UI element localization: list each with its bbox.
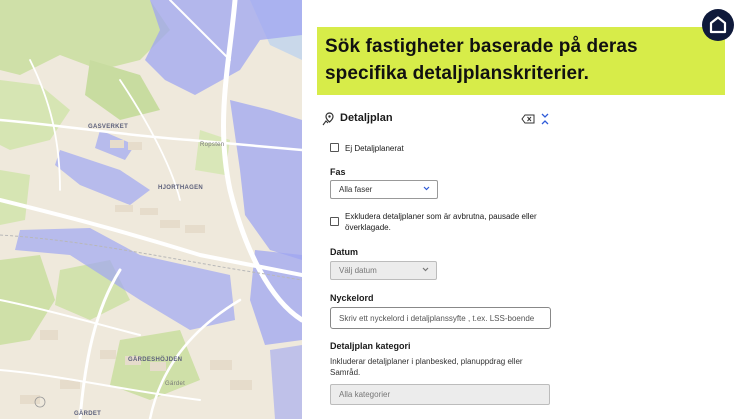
fas-select[interactable]: Alla faser (330, 180, 438, 199)
house-logo-icon (709, 16, 727, 34)
exclude-label-line-1: Exkludera detaljplaner som är avbrutna, … (345, 212, 537, 221)
headline-line-1: Sök fastigheter baserade på deras (325, 36, 638, 57)
filter-title: Detaljplan (340, 112, 393, 124)
filter-panel: Sök fastigheter baserade på deras specif… (302, 0, 746, 419)
exclude-checkbox[interactable] (330, 217, 339, 226)
datum-placeholder: Välj datum (339, 266, 377, 275)
map-label-ropsten: Ropsten (200, 142, 225, 148)
detaljplan-filter-header[interactable]: Detaljplan (322, 111, 552, 129)
chevron-down-icon (422, 267, 429, 272)
exclude-label-line-2: överklagade. (345, 223, 391, 232)
kategori-select[interactable]: Alla kategorier (330, 384, 550, 405)
brand-logo[interactable] (702, 9, 734, 41)
map-label-hjorthagen: HJORTHAGEN (158, 185, 204, 191)
datum-label: Datum (330, 247, 359, 257)
headline-banner: Sök fastigheter baserade på deras specif… (317, 27, 725, 95)
kategori-desc-line-2: Samråd. (330, 368, 361, 377)
unplanned-checkbox[interactable] (330, 143, 339, 152)
chevron-down-icon (423, 186, 430, 191)
map-label-gasverket: GASVERKET (88, 124, 129, 130)
headline-line-2: specifika detaljplanskriterier. (325, 63, 589, 84)
clear-filter-icon[interactable] (521, 114, 535, 124)
map-label-gardet: GÄRDET (74, 411, 102, 417)
fas-label: Fas (330, 167, 346, 177)
kategori-selected-value: Alla kategorier (339, 390, 391, 399)
map-label-gardeshojden: GÄRDESHÖJDEN (128, 357, 183, 363)
map-view[interactable]: GASVERKET Ropsten HJORTHAGEN GÄRDESHÖJDE… (0, 0, 302, 419)
nyckelord-placeholder: Skriv ett nyckelord i detaljplanssyfte ,… (339, 314, 535, 323)
map-marker-icon (322, 112, 334, 126)
map-label-gardet-small: Gärdet (165, 381, 186, 387)
datum-select[interactable]: Välj datum (330, 261, 437, 280)
nyckelord-label: Nyckelord (330, 293, 374, 303)
fas-selected-value: Alla faser (339, 185, 373, 194)
kategori-label: Detaljplan kategori (330, 341, 411, 351)
unplanned-label: Ej Detaljplanerat (345, 144, 404, 153)
collapse-icon[interactable] (541, 113, 549, 125)
app-page: GASVERKET Ropsten HJORTHAGEN GÄRDESHÖJDE… (0, 0, 746, 419)
nyckelord-input[interactable]: Skriv ett nyckelord i detaljplanssyfte ,… (330, 307, 551, 329)
